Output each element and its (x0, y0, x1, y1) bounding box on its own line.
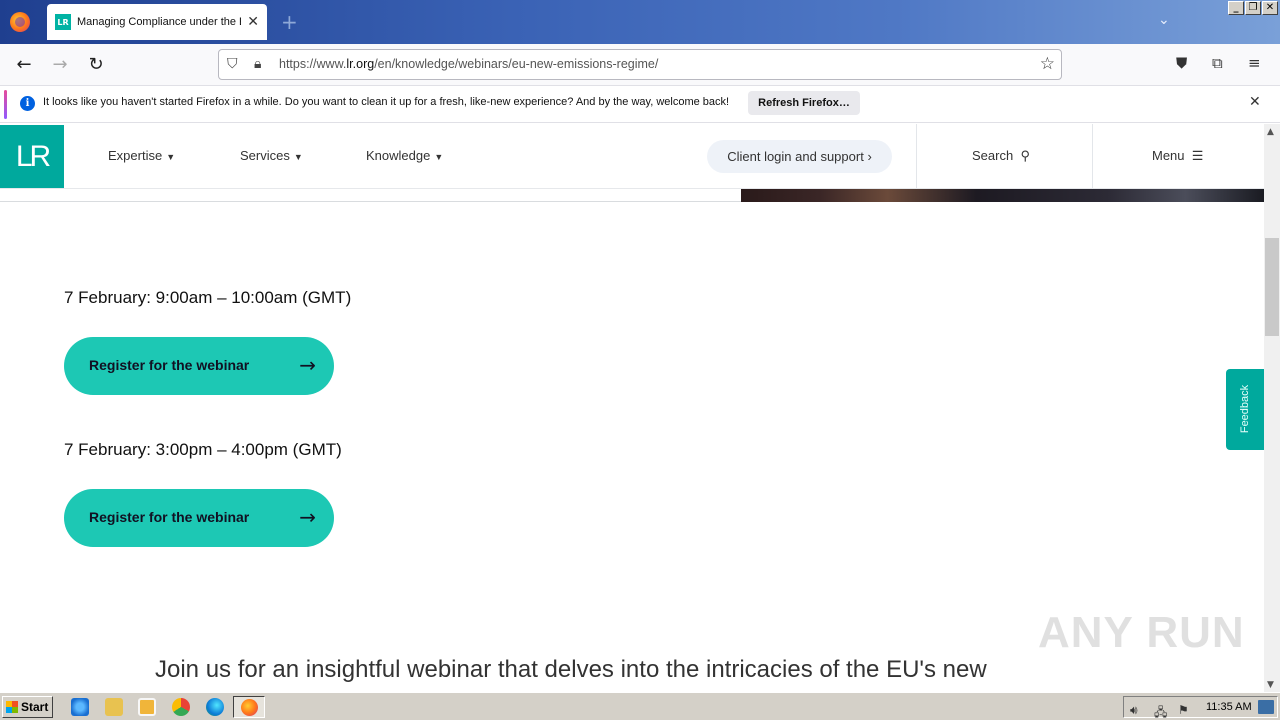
back-arrow-icon[interactable]: ← (12, 53, 36, 77)
search-button[interactable]: Search ⚲ (972, 148, 1030, 164)
close-window-icon[interactable]: ✕ (1262, 1, 1278, 15)
edge-icon[interactable] (206, 698, 224, 716)
reload-icon[interactable]: ↻ (84, 53, 108, 77)
chevron-right-icon: › (867, 149, 872, 164)
file-explorer-icon[interactable] (105, 698, 123, 716)
pocket-icon[interactable]: ⛊ (1176, 54, 1187, 72)
intro-paragraph: Join us for an insightful webinar that d… (155, 656, 987, 683)
arrow-right-icon: → (299, 505, 316, 529)
url-bar[interactable]: ⛉ 🔒︎ https://www.lr.org/en/knowledge/web… (218, 49, 1062, 80)
browser-tab[interactable]: LR Managing Compliance under the EU ✕ (47, 4, 267, 40)
refresh-firefox-button[interactable]: Refresh Firefox… (748, 91, 860, 115)
forward-arrow-icon[interactable]: → (48, 53, 72, 77)
page-scrollbar[interactable] (1264, 124, 1280, 692)
header-divider (1092, 124, 1093, 188)
restore-icon[interactable]: ❐ (1245, 1, 1261, 15)
tab-favicon-icon: LR (55, 14, 71, 30)
nav-knowledge[interactable]: Knowledge ▼ (366, 148, 443, 163)
chevron-down-icon: ▼ (293, 152, 303, 162)
firefox-icon (241, 699, 258, 716)
notification-bar: i It looks like you haven't started Fire… (0, 86, 1280, 123)
url-text: https://www.lr.org/en/knowledge/webinars… (279, 57, 659, 71)
browser-toolbar: ← → ↻ ⛉ 🔒︎ https://www.lr.org/en/knowled… (0, 44, 1280, 86)
notification-close-icon[interactable]: ✕ (1249, 94, 1261, 110)
register-webinar-button[interactable]: Register for the webinar → (64, 489, 334, 547)
browser-tab-strip: LR Managing Compliance under the EU ✕ + … (0, 0, 1280, 44)
feedback-tab[interactable]: Feedback (1226, 369, 1264, 450)
system-tray: 🔊︎ 🖧︎ ⚑ (1123, 696, 1278, 720)
windows-taskbar: Start 🔊︎ 🖧︎ ⚑ 11:35 AM (0, 692, 1280, 720)
anyrun-watermark: ANY RUN (1038, 608, 1245, 657)
bookmark-star-icon[interactable]: ☆ (1040, 54, 1055, 74)
tab-title: Managing Compliance under the EU (77, 16, 242, 28)
session-date: 7 February: 9:00am – 10:00am (GMT) (64, 288, 352, 307)
menu-button[interactable]: Menu ☰ (1152, 148, 1203, 164)
chevron-down-icon: ▼ (434, 152, 444, 162)
scroll-down-icon[interactable]: ▼ (1267, 680, 1274, 690)
lr-logo[interactable]: LR (0, 125, 64, 188)
nav-expertise[interactable]: Expertise ▼ (108, 148, 175, 163)
hamburger-menu-icon[interactable]: ≡ (1248, 54, 1261, 72)
scroll-up-icon[interactable]: ▲ (1267, 127, 1274, 137)
section-divider (0, 201, 741, 202)
extensions-icon[interactable]: ⧉ (1212, 54, 1223, 72)
firefox-taskbar-button[interactable] (233, 696, 265, 718)
network-icon[interactable]: 🖧︎ (1154, 703, 1167, 720)
shield-icon[interactable]: ⛉ (227, 56, 238, 72)
arrow-right-icon: → (299, 353, 316, 377)
volume-icon[interactable]: 🔊︎ (1130, 703, 1138, 718)
flag-icon[interactable]: ⚑ (1178, 703, 1189, 717)
minimize-icon[interactable]: _ (1228, 1, 1244, 15)
register-button-label: Register for the webinar (89, 357, 250, 373)
internet-explorer-icon[interactable] (71, 698, 89, 716)
chrome-icon[interactable] (172, 698, 190, 716)
lock-icon[interactable]: 🔒︎ (254, 56, 261, 72)
web-page: LR Expertise ▼ Services ▼ Knowledge ▼ Clien… (0, 124, 1264, 692)
header-divider (916, 124, 917, 188)
scrollbar-thumb[interactable] (1265, 238, 1279, 336)
hero-image (741, 189, 1264, 202)
list-all-tabs-icon[interactable]: ⌄ (1158, 12, 1170, 28)
tab-close-icon[interactable]: ✕ (247, 14, 259, 30)
notification-text: It looks like you haven't started Firefo… (43, 96, 730, 108)
start-button[interactable]: Start (2, 696, 53, 718)
client-login-button[interactable]: Client login and support › (707, 140, 892, 173)
register-button-label: Register for the webinar (89, 509, 250, 525)
firefox-menu-icon[interactable] (10, 12, 30, 32)
session-date: 7 February: 3:00pm – 4:00pm (GMT) (64, 440, 342, 459)
new-tab-button[interactable]: + (281, 10, 298, 34)
nav-services[interactable]: Services ▼ (240, 148, 303, 163)
media-player-icon[interactable] (138, 698, 156, 716)
chevron-down-icon: ▼ (166, 152, 176, 162)
register-webinar-button[interactable]: Register for the webinar → (64, 337, 334, 395)
search-icon: ⚲ (1020, 148, 1030, 163)
taskbar-clock: 11:35 AM (1206, 701, 1252, 713)
info-icon: i (20, 96, 35, 111)
menu-lines-icon: ☰ (1191, 148, 1204, 163)
show-desktop-icon[interactable] (1258, 700, 1274, 714)
